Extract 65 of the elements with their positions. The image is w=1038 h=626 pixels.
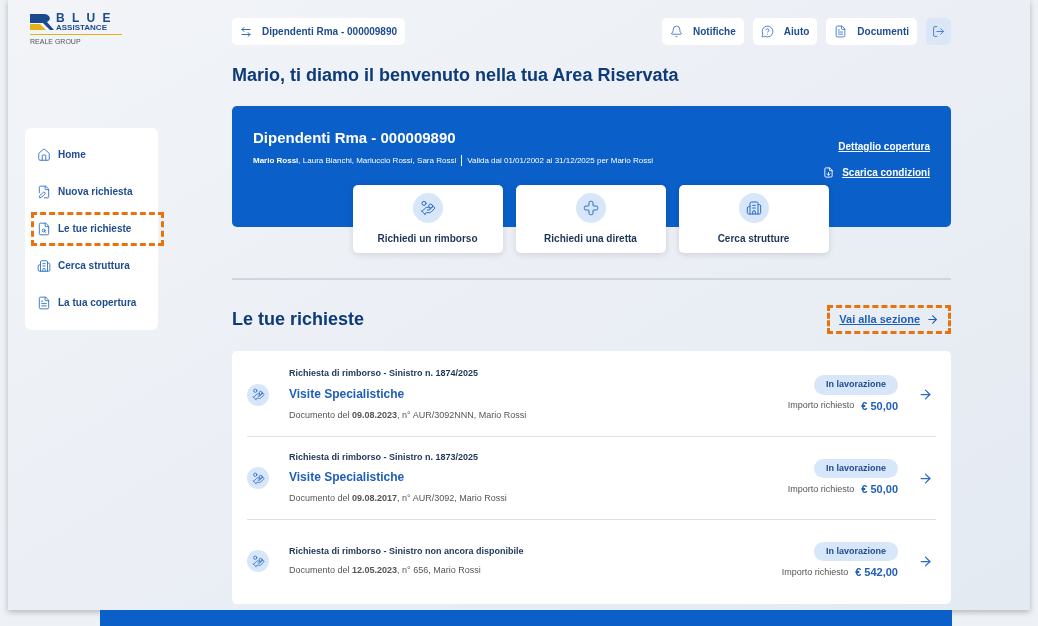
status-badge: In lavorazione [813,458,898,478]
logo-word: B L U E [56,12,113,24]
policy-link[interactable]: Scarica condizioni [823,165,930,180]
building-badge-icon [738,192,769,223]
status-badge: In lavorazione [813,541,898,561]
request-heading: Richiesta di rimborso - Sinistro n. 1873/2025 [289,450,480,464]
building-icon [37,258,51,273]
hand-coin-badge-icon [247,383,269,406]
help-icon [760,25,774,38]
top-action-button[interactable]: Notifiche [662,18,744,45]
status-badge: In lavorazione [813,375,898,395]
policy-link[interactable]: Dettaglio copertura [838,139,930,154]
bell-icon [670,25,683,38]
sidebar-item[interactable]: Home [37,143,158,166]
request-subtitle: Visite Specialistiche [289,469,406,486]
request-subtitle: Visite Specialistiche [289,385,406,403]
amount-value: € 50,00 [861,398,898,414]
document-search-icon [37,221,51,236]
request-document: Documento del 12.05.2023, n° 656, Mario Rossi [289,564,482,577]
amount-value: € 50,00 [861,482,898,497]
plus-cross-badge-icon [575,192,606,223]
logout-button[interactable] [926,18,951,45]
section-title: Le tue richieste [232,308,365,331]
arrow-right-icon [918,470,933,486]
arrow-right-icon [918,553,933,569]
document-icon [37,295,51,310]
welcome-title: Mario, ti diamo il benvenuto nella tua Area Riservata [232,64,680,87]
hand-coin-badge-icon [247,550,269,572]
amount-label: Importo richiesto [787,399,855,412]
logo-subtitle: ASSISTANCE [56,24,108,32]
section-link[interactable]: Vai alla sezione [833,311,945,328]
logo-mark-icon [30,12,54,32]
policy-switch-button[interactable]: Dipendenti Rma - 000009890 [232,18,406,45]
request-document: Documento del 09.08.2017, n° AUR/3092, Mario Rossi [289,492,508,505]
sidebar-item[interactable]: Nuova richiesta [37,180,158,203]
request-document: Documento del 09.08.2023, n° AUR/3092NNN, Mario Rossi [289,408,528,422]
amount-label: Importo richiesto [787,482,855,496]
logout-icon [932,25,945,38]
home-icon [37,147,51,162]
quick-action-card[interactable]: Richiedi un rimborso [352,185,503,253]
document-icon [834,25,848,38]
swap-arrows-icon [240,25,252,38]
request-row[interactable]: Richiesta di rimborso - Sinistro n. 1874/2025 Visite Specialistiche Documento del 09.08.2023, n° AUR/3092NNN, Mario Rossi In lavorazione Importo richiesto € 50,00 [247,353,936,436]
request-heading: Richiesta di rimborso - Sinistro n. 1874/2025 [289,367,480,380]
validity-text: Valida dal 01/01/2002 al 31/12/2025 per Mario Rossi [467,154,653,167]
amount-value: € 542,00 [855,565,898,580]
sidebar-item[interactable]: La tua copertura [37,291,158,314]
top-action-button[interactable]: Documenti [826,18,917,45]
pdf-icon [823,167,835,178]
top-action-button[interactable]: Aiuto [752,18,818,45]
members-text: Mario Rossi, Laura Bianchi, Mariuccio Rossi, Sara Rossi [253,154,457,167]
sidebar-item[interactable]: Le tue richieste [37,217,158,240]
hand-coin-badge-icon [247,467,269,489]
request-row[interactable]: Richiesta di rimborso - Sinistro n. 1873/2025 Visite Specialistiche Documento del 09.08.2017, n° AUR/3092, Mario Rossi In lavorazione Importo richiesto € 50,00 [247,436,936,519]
arrow-right-icon [926,313,939,326]
quick-action-card[interactable]: Richiedi una diretta [515,185,666,253]
request-row[interactable]: Richiesta di rimborso - Sinistro non ancora disponibile Documento del 12.05.2023, n° 656, Mario Rossi In lavorazione Importo richiesto € 542,00 [247,519,936,602]
quick-action-card[interactable]: Cerca strutture [678,185,829,253]
request-heading: Richiesta di rimborso - Sinistro non ancora disponibile [289,544,525,558]
hand-coin-badge-icon [412,192,443,223]
sidebar-item[interactable]: Cerca struttura [37,254,158,277]
document-pen-icon [37,184,51,199]
amount-label: Importo richiesto [781,565,849,579]
arrow-right-icon [918,387,933,402]
policy-title: Dipendenti Rma - 000009890 [253,128,457,148]
